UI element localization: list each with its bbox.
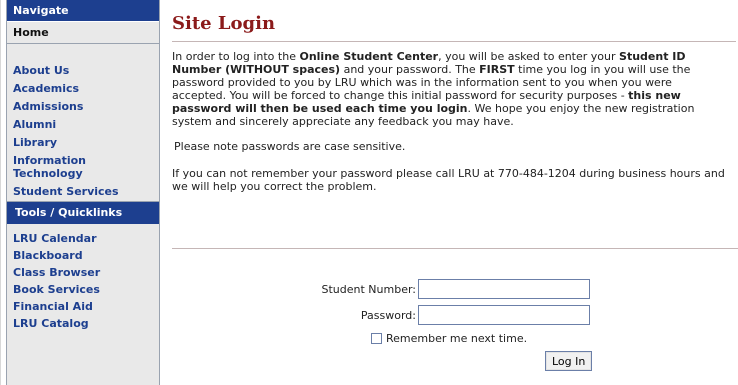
sidebar-item-class-browser[interactable]: Class Browser bbox=[7, 266, 159, 279]
sidebar-item-academics[interactable]: Academics bbox=[7, 82, 159, 95]
sidebar-item-admissions[interactable]: Admissions bbox=[7, 100, 159, 113]
intro-text-1: In order to log into the bbox=[172, 50, 300, 63]
sidebar-item-student-services[interactable]: Student Services bbox=[7, 185, 159, 198]
window-left-border bbox=[0, 0, 1, 385]
password-help-text: If you can not remember your password pl… bbox=[172, 167, 725, 193]
sidebar-nav-list: About Us Academics Admissions Alumni Lib… bbox=[7, 44, 159, 198]
password-input[interactable] bbox=[418, 305, 590, 325]
login-button[interactable]: Log In bbox=[545, 351, 593, 371]
form-divider bbox=[172, 248, 738, 249]
sidebar-item-book-services[interactable]: Book Services bbox=[7, 283, 159, 296]
remember-me-label[interactable]: Remember me next time. bbox=[386, 332, 527, 345]
sidebar-item-home[interactable]: Home bbox=[7, 21, 159, 44]
sidebar-item-alumni[interactable]: Alumni bbox=[7, 118, 159, 131]
student-number-label: Student Number: bbox=[321, 283, 417, 296]
intro-text-2: , you will be asked to enter your bbox=[438, 50, 620, 63]
page-title: Site Login bbox=[172, 13, 276, 34]
student-number-input[interactable] bbox=[418, 279, 590, 299]
main-content: Site Login In order to log into the Onli… bbox=[172, 0, 736, 193]
sidebar-tools-list: LRU Calendar Blackboard Class Browser Bo… bbox=[7, 224, 159, 330]
sidebar-item-about-us[interactable]: About Us bbox=[7, 64, 159, 77]
password-row: Password: bbox=[160, 303, 738, 325]
case-sensitive-note: Please note passwords are case sensitive… bbox=[174, 140, 406, 153]
intro-bold-first: FIRST bbox=[479, 63, 515, 76]
sidebar-item-lru-catalog[interactable]: LRU Catalog bbox=[7, 317, 159, 330]
sidebar-item-blackboard[interactable]: Blackboard bbox=[7, 249, 159, 262]
title-divider bbox=[172, 41, 736, 42]
sidebar-item-lru-calendar[interactable]: LRU Calendar bbox=[7, 232, 159, 245]
intro-bold-online-student-center: Online Student Center bbox=[299, 50, 439, 63]
password-label: Password: bbox=[360, 309, 416, 322]
sidebar-item-financial-aid[interactable]: Financial Aid bbox=[7, 300, 159, 313]
intro-text-3: and your password. The bbox=[340, 63, 480, 76]
sidebar-item-library[interactable]: Library bbox=[7, 136, 159, 149]
student-number-row: Student Number: bbox=[160, 277, 738, 299]
sidebar-item-information-technology[interactable]: Information Technology bbox=[7, 154, 129, 180]
sidebar: Navigate Home About Us Academics Admissi… bbox=[6, 0, 160, 385]
remember-me-checkbox[interactable] bbox=[371, 333, 382, 344]
sidebar-tools-header: Tools / Quicklinks bbox=[7, 201, 159, 224]
intro-paragraph: In order to log into the Online Student … bbox=[172, 50, 728, 128]
sidebar-navigate-header: Navigate bbox=[7, 0, 159, 21]
